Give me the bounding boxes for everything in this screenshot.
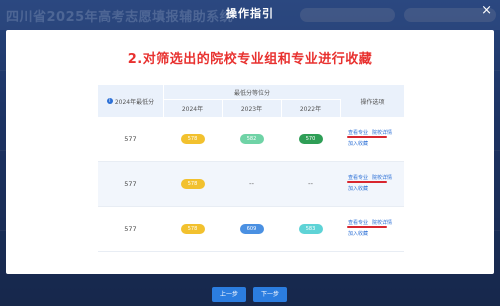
score-pill: 583 xyxy=(298,224,323,234)
rank-value: 577 xyxy=(124,225,137,233)
rank-header-label: 2024年最低分 xyxy=(114,98,155,106)
add-favorite-link[interactable]: 加入收藏 xyxy=(348,140,368,147)
year-header: 2023年 xyxy=(222,99,282,117)
ops-cell: 查看专业 院校详情 加入收藏 xyxy=(341,117,404,161)
add-favorite-link[interactable]: 加入收藏 xyxy=(348,185,368,192)
prev-step-button[interactable]: 上一步 xyxy=(212,287,246,302)
empty-score: -- xyxy=(307,180,314,188)
highlight-underline xyxy=(347,136,387,138)
year-cell: 578 xyxy=(163,117,222,161)
guide-panel: 2.对筛选出的院校专业组和专业进行收藏 i 2024年最低分 最低分等位分 20… xyxy=(6,30,494,274)
score-pill: 578 xyxy=(180,179,205,189)
score-pill: 609 xyxy=(239,224,264,234)
rank-value: 577 xyxy=(124,135,137,143)
table-header: i 2024年最低分 最低分等位分 2024年 2023年 2022年 操作选项 xyxy=(98,85,404,117)
results-table: i 2024年最低分 最低分等位分 2024年 2023年 2022年 操作选项… xyxy=(98,85,404,273)
score-pill: 578 xyxy=(180,134,205,144)
table-row: 577 578 609 583 查看专业 院校详情 加入收藏 xyxy=(98,207,404,252)
highlight-underline xyxy=(347,226,387,228)
year-cell: -- xyxy=(281,162,340,206)
year-cell: 578 xyxy=(163,162,222,206)
table-row: 577 578 582 570 查看专业 院校详情 加入收藏 xyxy=(98,117,404,162)
year-cell: 570 xyxy=(281,117,340,161)
close-icon[interactable]: × xyxy=(481,3,492,19)
score-pill: 578 xyxy=(180,224,205,234)
guide-heading: 2.对筛选出的院校专业组和专业进行收藏 xyxy=(127,52,373,67)
next-step-button[interactable]: 下一步 xyxy=(253,287,287,302)
score-pill: 570 xyxy=(298,134,323,144)
add-favorite-link[interactable]: 加入收藏 xyxy=(348,230,368,237)
ops-header: 操作选项 xyxy=(360,98,385,106)
year-cell: 609 xyxy=(222,207,281,251)
table-row: 577 578 -- -- 查看专业 院校详情 加入收藏 xyxy=(98,162,404,207)
year-cell: 578 xyxy=(163,207,222,251)
score-pill: 582 xyxy=(239,134,264,144)
empty-score: -- xyxy=(248,180,255,188)
modal-title: 操作指引 xyxy=(226,7,274,20)
ops-cell: 查看专业 院校详情 加入收藏 xyxy=(341,162,404,206)
info-icon: i xyxy=(106,98,113,104)
year-cell: 583 xyxy=(281,207,340,251)
rank-value: 577 xyxy=(124,180,137,188)
highlight-underline xyxy=(347,181,387,183)
rank-header: i 2024年最低分 xyxy=(98,85,164,117)
year-cell: -- xyxy=(222,162,281,206)
year-header: 2022年 xyxy=(281,99,341,117)
year-header: 2024年 xyxy=(163,99,223,117)
ops-cell: 查看专业 院校详情 加入收藏 xyxy=(341,207,404,251)
score-group-header: 最低分等位分 xyxy=(163,85,341,100)
year-cell: 582 xyxy=(222,117,281,161)
